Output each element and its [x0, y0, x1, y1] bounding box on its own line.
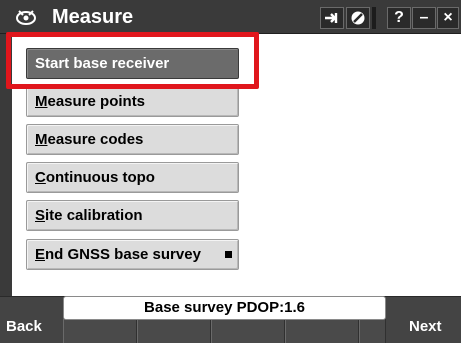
- softkey-slot-1[interactable]: [63, 319, 137, 343]
- softkey-slot-2[interactable]: [137, 319, 211, 343]
- window-title: Measure: [52, 6, 134, 28]
- submenu-indicator-icon: [225, 251, 232, 258]
- site-calibration-button[interactable]: Site calibration: [26, 200, 239, 231]
- switch-to-icon[interactable]: [320, 7, 344, 29]
- next-button[interactable]: Next: [409, 318, 442, 335]
- menu-item-label: easure codes: [47, 131, 144, 148]
- menu-item-label: easure points: [47, 93, 146, 110]
- menu-item-hotkey: C: [35, 169, 46, 186]
- menu-item-hotkey: M: [35, 93, 48, 110]
- menu-item-label: ite calibration: [45, 207, 143, 224]
- menu-item-label: nd GNSS base survey: [45, 246, 201, 263]
- title-bar: Measure ? – ×: [0, 0, 461, 34]
- continuous-topo-button[interactable]: Continuous topo: [26, 162, 239, 193]
- map-toggle-icon[interactable]: [346, 7, 370, 29]
- help-icon[interactable]: ?: [387, 7, 411, 29]
- close-icon[interactable]: ×: [437, 7, 459, 29]
- end-gnss-base-survey-button[interactable]: End GNSS base survey: [26, 239, 239, 270]
- menu-item-hotkey: S: [35, 207, 46, 224]
- minimize-icon[interactable]: –: [412, 7, 436, 29]
- measure-points-button[interactable]: Measure points: [26, 86, 239, 117]
- menu-item-hotkey: E: [35, 246, 46, 263]
- menu-item-hotkey: M: [35, 131, 48, 148]
- menu-item-label: ontinuous topo: [45, 169, 155, 186]
- selection-highlight: [6, 32, 259, 89]
- trimble-app-icon[interactable]: [14, 6, 38, 28]
- titlebar-divider: [372, 7, 376, 29]
- softkey-slot-5[interactable]: [359, 319, 386, 343]
- softkey-slot-4[interactable]: [285, 319, 359, 343]
- back-button[interactable]: Back: [6, 318, 42, 335]
- status-line: Base survey PDOP:1.6: [63, 296, 386, 320]
- softkey-slot-3[interactable]: [211, 319, 285, 343]
- measure-codes-button[interactable]: Measure codes: [26, 124, 239, 155]
